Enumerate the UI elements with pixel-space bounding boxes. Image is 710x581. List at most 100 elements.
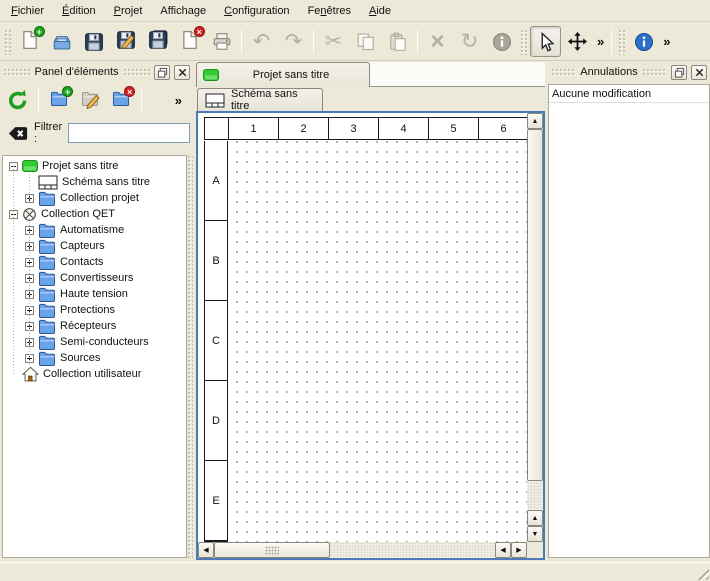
new-category-button[interactable]: +: [45, 86, 73, 114]
tree-item-collection-qet[interactable]: Collection QET: [3, 206, 186, 222]
vertical-scroll-thumb[interactable]: [527, 129, 543, 481]
row-header-column: ABCDE: [204, 141, 228, 542]
toolbar-overflow-button[interactable]: »: [660, 34, 673, 49]
tree-item-convertisseurs[interactable]: Convertisseurs: [3, 270, 186, 286]
resize-grip[interactable]: [695, 566, 709, 580]
rotate-button: ↻: [454, 26, 485, 57]
menu-label: onfiguration: [232, 5, 290, 17]
tree-item-recepteurs[interactable]: Récepteurs: [3, 318, 186, 334]
panel-overflow-button[interactable]: »: [172, 93, 185, 108]
select-tool-button[interactable]: [530, 26, 561, 57]
menu-label: ide: [376, 5, 391, 17]
tree-item-collection-projet[interactable]: Collection projet: [3, 190, 186, 206]
toolbar-overflow-button[interactable]: »: [594, 34, 607, 49]
diagram-view[interactable]: 123456 ABCDE ▲ ▲ ▼ ◀ ◀ ▶: [196, 111, 545, 560]
tree-item-label: Contacts: [60, 256, 103, 268]
save-all-button[interactable]: [142, 26, 173, 57]
header-corner-cell: [205, 118, 229, 139]
scroll-down-button[interactable]: ▼: [527, 526, 543, 542]
delete-category-button[interactable]: ×: [107, 86, 135, 114]
scroll-up-button[interactable]: ▲: [527, 113, 543, 129]
diagram-sheet[interactable]: 123456 ABCDE: [198, 113, 527, 542]
close-panel-button[interactable]: [691, 65, 707, 80]
column-header-6: 6: [479, 118, 527, 139]
tree-item-protections[interactable]: Protections: [3, 302, 186, 318]
undo-history-list[interactable]: Aucune modification: [548, 84, 710, 558]
reload-collections-button[interactable]: [4, 86, 32, 114]
info-tool-button[interactable]: [628, 26, 659, 57]
menu-label: êtres: [327, 5, 351, 17]
elements-panel-title: Panel d'éléments: [34, 66, 118, 78]
toolbar-drag-handle[interactable]: [520, 29, 527, 55]
delete-button: ×: [422, 26, 453, 57]
close-file-button[interactable]: ×: [174, 26, 205, 57]
menu-affichage[interactable]: Affichage: [151, 2, 215, 20]
filter-input[interactable]: [68, 123, 190, 143]
clear-filter-icon[interactable]: [8, 126, 28, 141]
tree-item-schema-sans-titre[interactable]: Schéma sans titre: [3, 174, 186, 190]
menu-fichier[interactable]: Fichier: [2, 2, 53, 20]
scroll-left-button[interactable]: ◀: [198, 542, 214, 558]
new-project-button[interactable]: +: [14, 26, 45, 57]
folder-icon: [38, 286, 56, 303]
tab-schema-sans-titre[interactable]: Schéma sans titre: [197, 88, 323, 111]
horizontal-scrollbar[interactable]: ◀ ◀ ▶: [198, 542, 527, 558]
save-button[interactable]: [78, 26, 109, 57]
toolbar-separator: [313, 30, 314, 54]
scroll-up-button-2[interactable]: ▲: [527, 510, 543, 526]
horizontal-scroll-thumb[interactable]: [214, 542, 330, 558]
toolbar-separator: [417, 30, 418, 54]
undo-panel-titlebar[interactable]: Annulations: [548, 62, 710, 82]
dock-splitter-handle[interactable]: [187, 155, 193, 558]
close-panel-button[interactable]: [174, 65, 190, 80]
float-panel-button[interactable]: [671, 65, 687, 80]
redo-icon: ↷: [285, 31, 303, 52]
tree-item-haute-tension[interactable]: Haute tension: [3, 286, 186, 302]
menu-bar: FichierÉditionProjetAffichageConfigurati…: [0, 0, 710, 22]
scroll-right-button[interactable]: ▶: [511, 542, 527, 558]
move-tool-button[interactable]: [562, 26, 593, 57]
tree-item-semi-conducteurs[interactable]: Semi-conducteurs: [3, 334, 186, 350]
menu-label: Fe: [308, 5, 321, 17]
tab-projet-sans-titre[interactable]: Projet sans titre: [196, 62, 370, 87]
tree-guide-line: [13, 166, 14, 374]
print-button[interactable]: [206, 26, 237, 57]
open-file-icon: [52, 32, 72, 52]
elements-panel-titlebar[interactable]: Panel d'éléments: [0, 62, 193, 82]
menu-fenetres[interactable]: Fenêtres: [299, 2, 360, 20]
menu-projet[interactable]: Projet: [105, 2, 152, 20]
menu-edition[interactable]: Édition: [53, 2, 105, 20]
toolbar-drag-handle[interactable]: [618, 29, 625, 55]
toolbar-drag-handle[interactable]: [4, 29, 11, 55]
arrow-left-icon: ◀: [500, 546, 505, 554]
folder-icon: [38, 270, 56, 287]
tree-item-capteurs[interactable]: Capteurs: [3, 238, 186, 254]
tree-item-collection-utilisateur[interactable]: Collection utilisateur: [3, 366, 186, 382]
toolbar-separator: [38, 88, 39, 112]
menu-configuration[interactable]: Configuration: [215, 2, 298, 20]
elements-panel-toolbar: + × »: [0, 82, 193, 118]
open-button[interactable]: [46, 26, 77, 57]
undo-button: ↶: [246, 26, 277, 57]
menu-label: F: [11, 5, 18, 17]
tree-item-automatisme[interactable]: Automatisme: [3, 222, 186, 238]
scroll-left-button-2[interactable]: ◀: [495, 542, 511, 558]
save-as-button[interactable]: [110, 26, 141, 57]
folder-icon: [38, 302, 56, 319]
row-header-C: C: [205, 301, 227, 381]
project-tab-bar: Projet sans titre: [196, 62, 545, 87]
save-as-icon: [116, 30, 136, 53]
tree-item-projet-sans-titre[interactable]: Projet sans titre: [3, 158, 186, 174]
element-info-button: [486, 26, 517, 57]
menu-aide[interactable]: Aide: [360, 2, 400, 20]
tree-item-sources[interactable]: Sources: [3, 350, 186, 366]
tree-item-contacts[interactable]: Contacts: [3, 254, 186, 270]
edit-folder-icon: [81, 90, 99, 110]
folder-icon: [38, 334, 56, 351]
float-panel-button[interactable]: [154, 65, 170, 80]
undo-history-item[interactable]: Aucune modification: [549, 85, 709, 103]
vertical-scrollbar[interactable]: ▲ ▲ ▼: [527, 113, 543, 542]
titlebar-texture: [551, 68, 576, 76]
titlebar-texture: [642, 68, 667, 76]
new-document-icon: +: [20, 30, 40, 53]
